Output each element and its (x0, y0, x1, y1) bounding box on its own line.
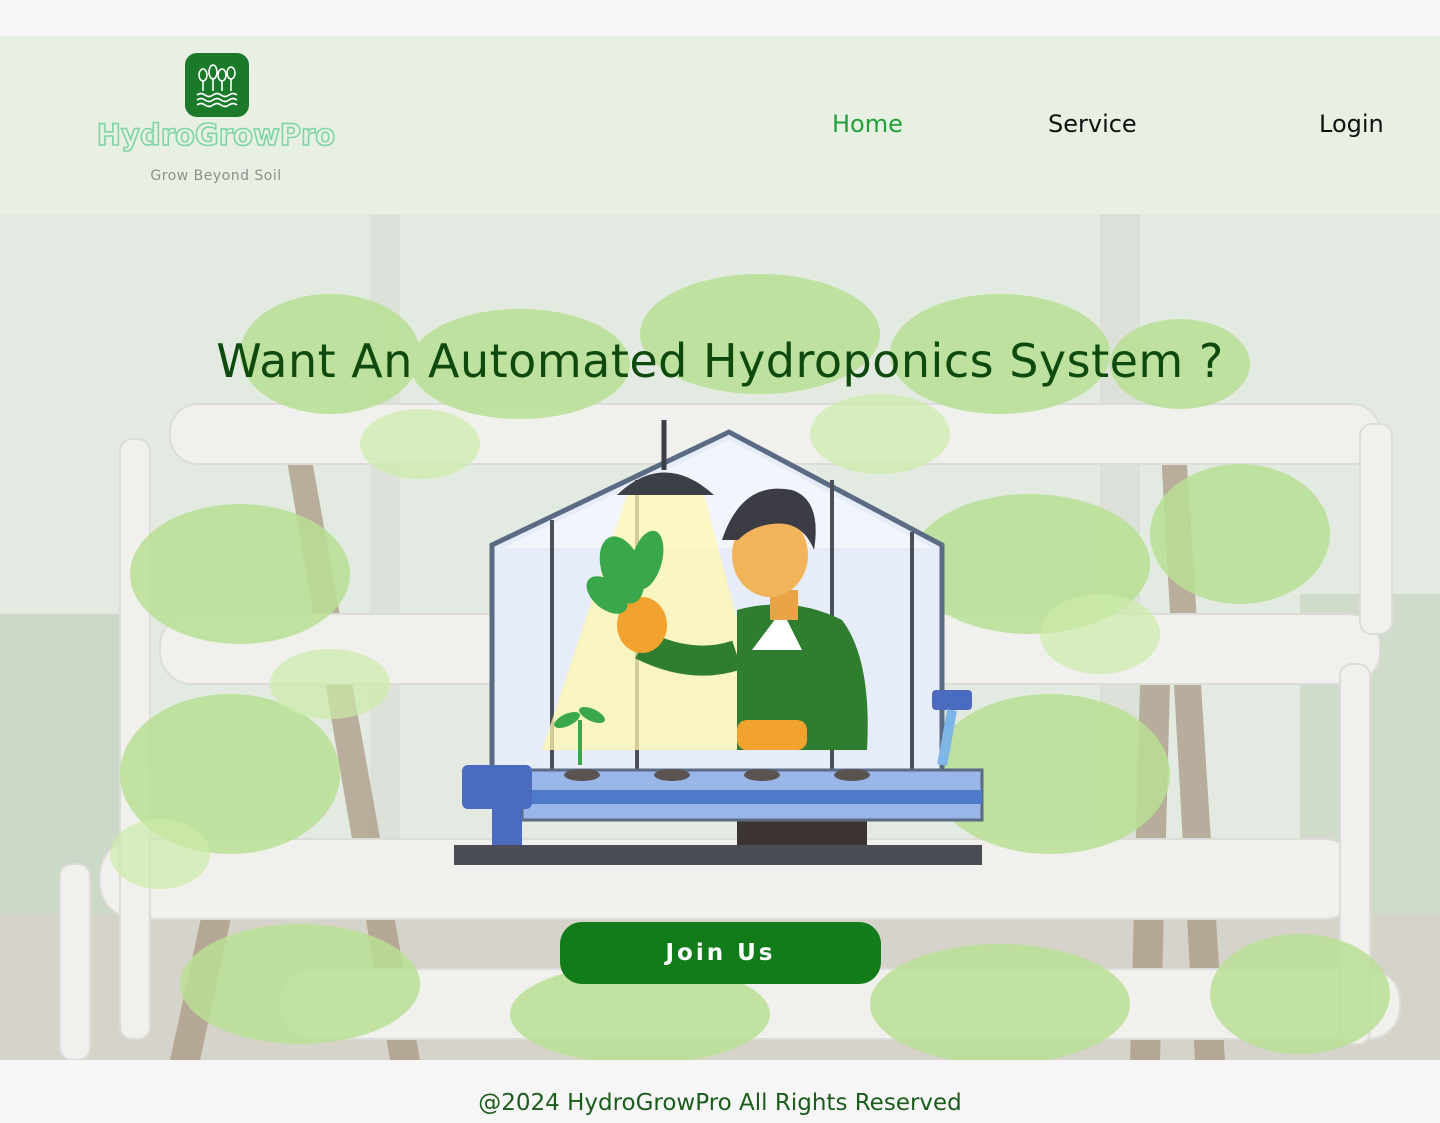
nav-service[interactable]: Service (1048, 110, 1137, 138)
brand-tagline: Grow Beyond Soil (150, 168, 282, 184)
plants-water-icon (185, 53, 249, 117)
nav-login[interactable]: Login (1319, 110, 1384, 138)
hero-title: Want An Automated Hydroponics System ? (216, 334, 1224, 388)
hero-section: Want An Automated Hydroponics System ? J… (0, 214, 1440, 1060)
farmer-greenhouse-illustration (454, 420, 984, 865)
join-us-button[interactable]: Join Us (560, 922, 881, 984)
brand-logo[interactable]: HydroGrowPro Grow Beyond Soil (66, 52, 366, 192)
nav-home[interactable]: Home (832, 110, 903, 138)
top-strip (0, 0, 1440, 36)
brand-name: HydroGrowPro (96, 117, 336, 153)
navbar: HydroGrowPro Grow Beyond Soil Home Servi… (0, 36, 1440, 214)
footer: @2024 HydroGrowPro All Rights Reserved (0, 1060, 1440, 1123)
copyright-text: @2024 HydroGrowPro All Rights Reserved (478, 1090, 962, 1116)
